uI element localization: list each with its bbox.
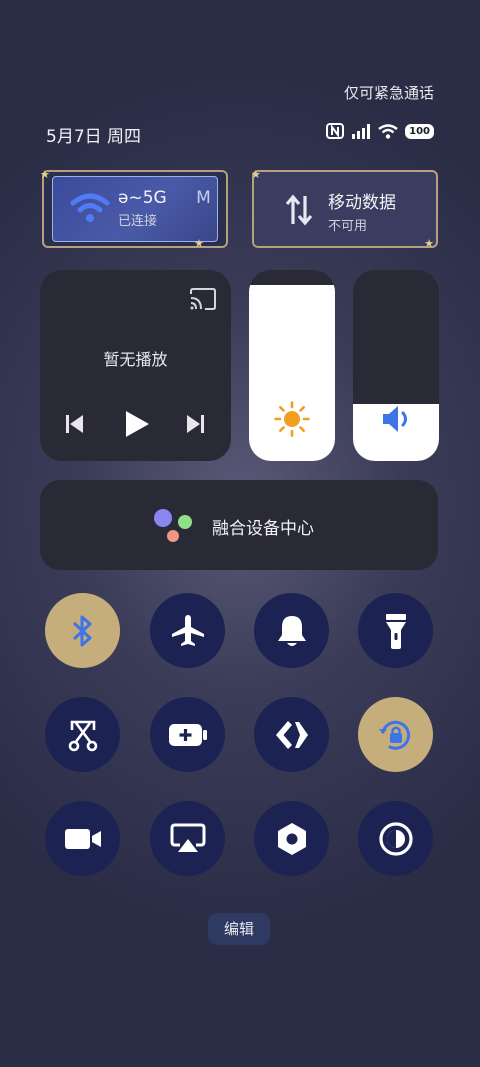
- settings-toggle[interactable]: [254, 801, 329, 876]
- star-decoration-icon: ★: [251, 168, 261, 181]
- volume-slider[interactable]: [353, 270, 439, 461]
- screen-record-toggle[interactable]: [45, 801, 120, 876]
- emergency-calls-only-text: 仅可紧急通话: [343, 84, 434, 102]
- volume-icon: [383, 406, 407, 432]
- screenshot-toggle[interactable]: [45, 697, 120, 772]
- assistant-dots-icon: [154, 509, 192, 542]
- wifi-icon: [70, 193, 110, 222]
- nearby-share-toggle[interactable]: [254, 697, 329, 772]
- flashlight-icon: [385, 613, 406, 649]
- mobile-data-status: 不可用: [328, 219, 368, 234]
- media-title: 暂无播放: [103, 350, 168, 369]
- next-icon[interactable]: [184, 413, 206, 435]
- rotation-lock-toggle[interactable]: [358, 697, 433, 772]
- star-decoration-icon: ★: [424, 237, 434, 250]
- media-player-card[interactable]: 暂无播放: [40, 270, 231, 461]
- video-camera-icon: [64, 828, 101, 849]
- rotation-lock-icon: [378, 720, 410, 750]
- cast-icon[interactable]: [189, 288, 217, 310]
- bell-icon: [277, 615, 306, 646]
- contrast-icon: [378, 821, 413, 856]
- wifi-network-name: ə~5G: [118, 188, 167, 208]
- mobile-data-title: 移动数据: [328, 193, 396, 213]
- airplane-icon: [171, 614, 204, 646]
- star-decoration-icon: ★: [40, 168, 50, 181]
- dark-mode-toggle[interactable]: [358, 801, 433, 876]
- data-transfer-icon: [285, 194, 313, 226]
- battery-icon: 100: [405, 123, 434, 139]
- mobile-data-card[interactable]: ★ ★ 移动数据 不可用: [251, 168, 438, 250]
- wifi-card-text: ə~5G M 已连接: [118, 188, 218, 229]
- nfc-icon: [326, 123, 345, 139]
- device-hub-card[interactable]: 融合设备中心: [40, 480, 438, 570]
- screenshot-scissors-icon: [68, 720, 97, 751]
- brightness-slider[interactable]: [249, 270, 335, 461]
- screencast-icon: [170, 823, 205, 852]
- edit-button[interactable]: 编辑: [208, 913, 270, 945]
- wifi-signal-icon: [378, 123, 398, 139]
- previous-icon[interactable]: [64, 413, 86, 435]
- status-icons: 100: [326, 123, 434, 139]
- wifi-network-name-trailing: M: [196, 188, 211, 208]
- wifi-status: 已连接: [118, 214, 158, 229]
- bluetooth-icon: [72, 615, 91, 646]
- play-icon[interactable]: [123, 409, 151, 439]
- bluetooth-toggle[interactable]: [45, 593, 120, 668]
- flashlight-toggle[interactable]: [358, 593, 433, 668]
- brightness-icon: [274, 401, 310, 437]
- date-label: 5月7日 周四: [46, 127, 142, 147]
- ringer-toggle[interactable]: [254, 593, 329, 668]
- battery-plus-icon: [168, 723, 207, 746]
- cellular-signal-icon: [352, 123, 371, 139]
- hexagon-nut-icon: [277, 822, 306, 855]
- share-arrows-icon: [275, 720, 308, 749]
- mobile-data-text: 移动数据 不可用: [328, 188, 396, 234]
- battery-saver-toggle[interactable]: [150, 697, 225, 772]
- device-hub-label: 融合设备中心: [212, 519, 314, 539]
- airplane-mode-toggle[interactable]: [150, 593, 225, 668]
- star-decoration-icon: ★: [194, 237, 204, 250]
- wifi-card[interactable]: ★ ★ ə~5G M 已连接: [40, 168, 228, 250]
- screen-cast-toggle[interactable]: [150, 801, 225, 876]
